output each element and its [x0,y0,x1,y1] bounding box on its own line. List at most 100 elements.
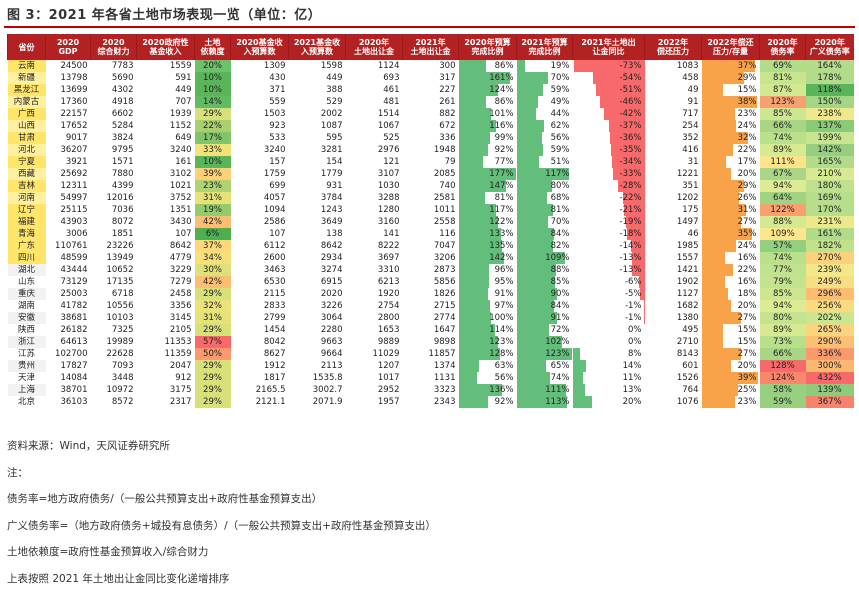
gdp-cell: 22157 [46,108,91,120]
land-sales-2021-cell: 2715 [403,300,459,312]
repayment-2022-cell: 1380 [645,312,702,324]
land-sales-2020-cell: 3288 [346,192,403,204]
repayment-2022-cell: 717 [645,108,702,120]
land-sales-yoy-cell-bar [644,312,645,324]
repayment-ratio-cell-bar [702,312,741,324]
fund-budget-2020-cell: 107 [231,228,289,240]
completion-2021-cell-value: 85% [551,277,570,287]
completion-2020-cell-value: 95% [495,277,514,287]
fiscal-capacity-cell: 10972 [91,384,137,396]
land-sales-yoy-cell: -37% [573,120,645,132]
gdp-cell: 110761 [46,240,91,252]
repayment-2022-cell: 2710 [645,336,702,348]
land-sales-2021-cell: 1948 [403,144,459,156]
fund-budget-2021-cell: 3274 [289,264,346,276]
column-header-line: 完成比例 [517,47,572,56]
fund-income-cell: 2105 [137,324,195,336]
fund-income-cell: 161 [137,156,195,168]
fund-budget-2021-cell: 154 [289,156,346,168]
fund-budget-2021-cell: 3281 [289,144,346,156]
completion-2021-cell-bar [517,132,542,144]
province-cell: 广东 [8,240,46,252]
fund-budget-2021-cell: 3784 [289,192,346,204]
land-sales-yoy-cell-value: 14% [623,361,642,371]
completion-2021-cell-bar [517,324,549,336]
debt-ratio-cell: 80% [760,312,806,324]
note-line: 广义债务率=（地方政府债务+城投有息债务）/（一般公共预算支出+政府性基金预算支… [7,520,436,547]
completion-2021-cell-value: 88% [551,265,570,275]
province-cell: 山东 [8,276,46,288]
fund-budget-2020-cell: 2115 [231,288,289,300]
completion-2020-cell-bar [459,192,485,204]
land-sales-2021-cell: 227 [403,84,459,96]
fiscal-capacity-cell: 23226 [91,240,137,252]
table-row: 西藏256927880310239%1759177931072085177%11… [8,168,854,180]
land-sales-2020-cell: 6213 [346,276,403,288]
repayment-2022-cell: 1127 [645,288,702,300]
completion-2020-cell-value: 96% [495,265,514,275]
fund-income-cell: 107 [137,228,195,240]
completion-2020-cell-value: 100% [489,313,513,323]
land-sales-yoy-cell-value: -13% [620,253,642,263]
repayment-2022-cell: 1985 [645,240,702,252]
gdp-cell: 17652 [46,120,91,132]
repayment-ratio-cell-value: 23% [738,397,757,407]
repayment-ratio-cell-value: 27% [738,217,757,227]
land-sales-2021-cell: 300 [403,60,459,72]
land-sales-2020-cell: 141 [346,228,403,240]
land-sales-yoy-cell: -54% [573,72,645,84]
land-sales-yoy-cell: -46% [573,96,645,108]
repayment-ratio-cell-value: 25% [738,385,757,395]
column-header-line: 2020年 [346,38,402,47]
land-sales-yoy-cell: 20% [573,396,645,408]
fiscal-capacity-cell: 6718 [91,288,137,300]
fiscal-capacity-cell: 17135 [91,276,137,288]
repayment-2022-cell: 175 [645,204,702,216]
province-cell: 湖北 [8,264,46,276]
broad-debt-ratio-cell: 178% [806,72,854,84]
fund-budget-2020-cell: 430 [231,72,289,84]
column-header: 2021年土地出让金 [403,34,459,60]
completion-2021-cell-value: 82% [551,241,570,251]
completion-2021-cell: 49% [517,96,573,108]
repayment-2022-cell: 601 [645,360,702,372]
repayment-ratio-cell-value: 32% [738,133,757,143]
debt-ratio-cell: 94% [760,300,806,312]
repayment-ratio-cell: 39% [702,372,760,384]
column-header: 2020基金收入预算数 [231,34,289,60]
fund-budget-2021-cell: 2002 [289,108,346,120]
repayment-ratio-cell: 20% [702,168,760,180]
table-row: 辽宁251157036135119%1094124312801011117%81… [8,204,854,216]
land-sales-yoy-cell-bar [573,372,584,384]
completion-2021-cell-bar [517,264,556,276]
province-cell: 湖南 [8,300,46,312]
repayment-ratio-cell: 15% [702,324,760,336]
gdp-cell: 24500 [46,60,91,72]
repayment-ratio-cell: 31% [702,204,760,216]
land-sales-yoy-cell-value: -19% [620,217,642,227]
fund-income-cell: 3356 [137,300,195,312]
completion-2020-cell: 128% [459,348,517,360]
fund-income-cell: 1021 [137,180,195,192]
completion-2020-cell-value: 117% [489,205,513,215]
repayment-ratio-cell-bar [702,288,728,300]
completion-2020-cell-value: 92% [495,397,514,407]
repayment-ratio-cell-value: 22% [738,145,757,155]
completion-2020-cell-bar [459,144,489,156]
province-cell: 吉林 [8,180,46,192]
repayment-ratio-cell-bar [702,252,725,264]
column-header: 2020综合财力 [91,34,137,60]
land-sales-yoy-cell-value: -73% [620,61,642,71]
repayment-ratio-cell-value: 16% [738,277,757,287]
debt-ratio-cell: 74% [760,252,806,264]
land-sales-yoy-cell-value: 0% [628,325,642,335]
completion-2020-cell-value: 86% [495,61,514,71]
fiscal-capacity-cell: 7325 [91,324,137,336]
completion-2021-cell-value: 80% [551,181,570,191]
table-row: 黑龙江13699430244910%371388461227124%59%-51… [8,84,854,96]
completion-2020-cell: 81% [459,192,517,204]
column-header: 2020年土地出让金 [346,34,403,60]
completion-2020-cell: 86% [459,60,517,72]
completion-2021-cell: 102% [517,336,573,348]
completion-2021-cell-bar [517,96,539,108]
